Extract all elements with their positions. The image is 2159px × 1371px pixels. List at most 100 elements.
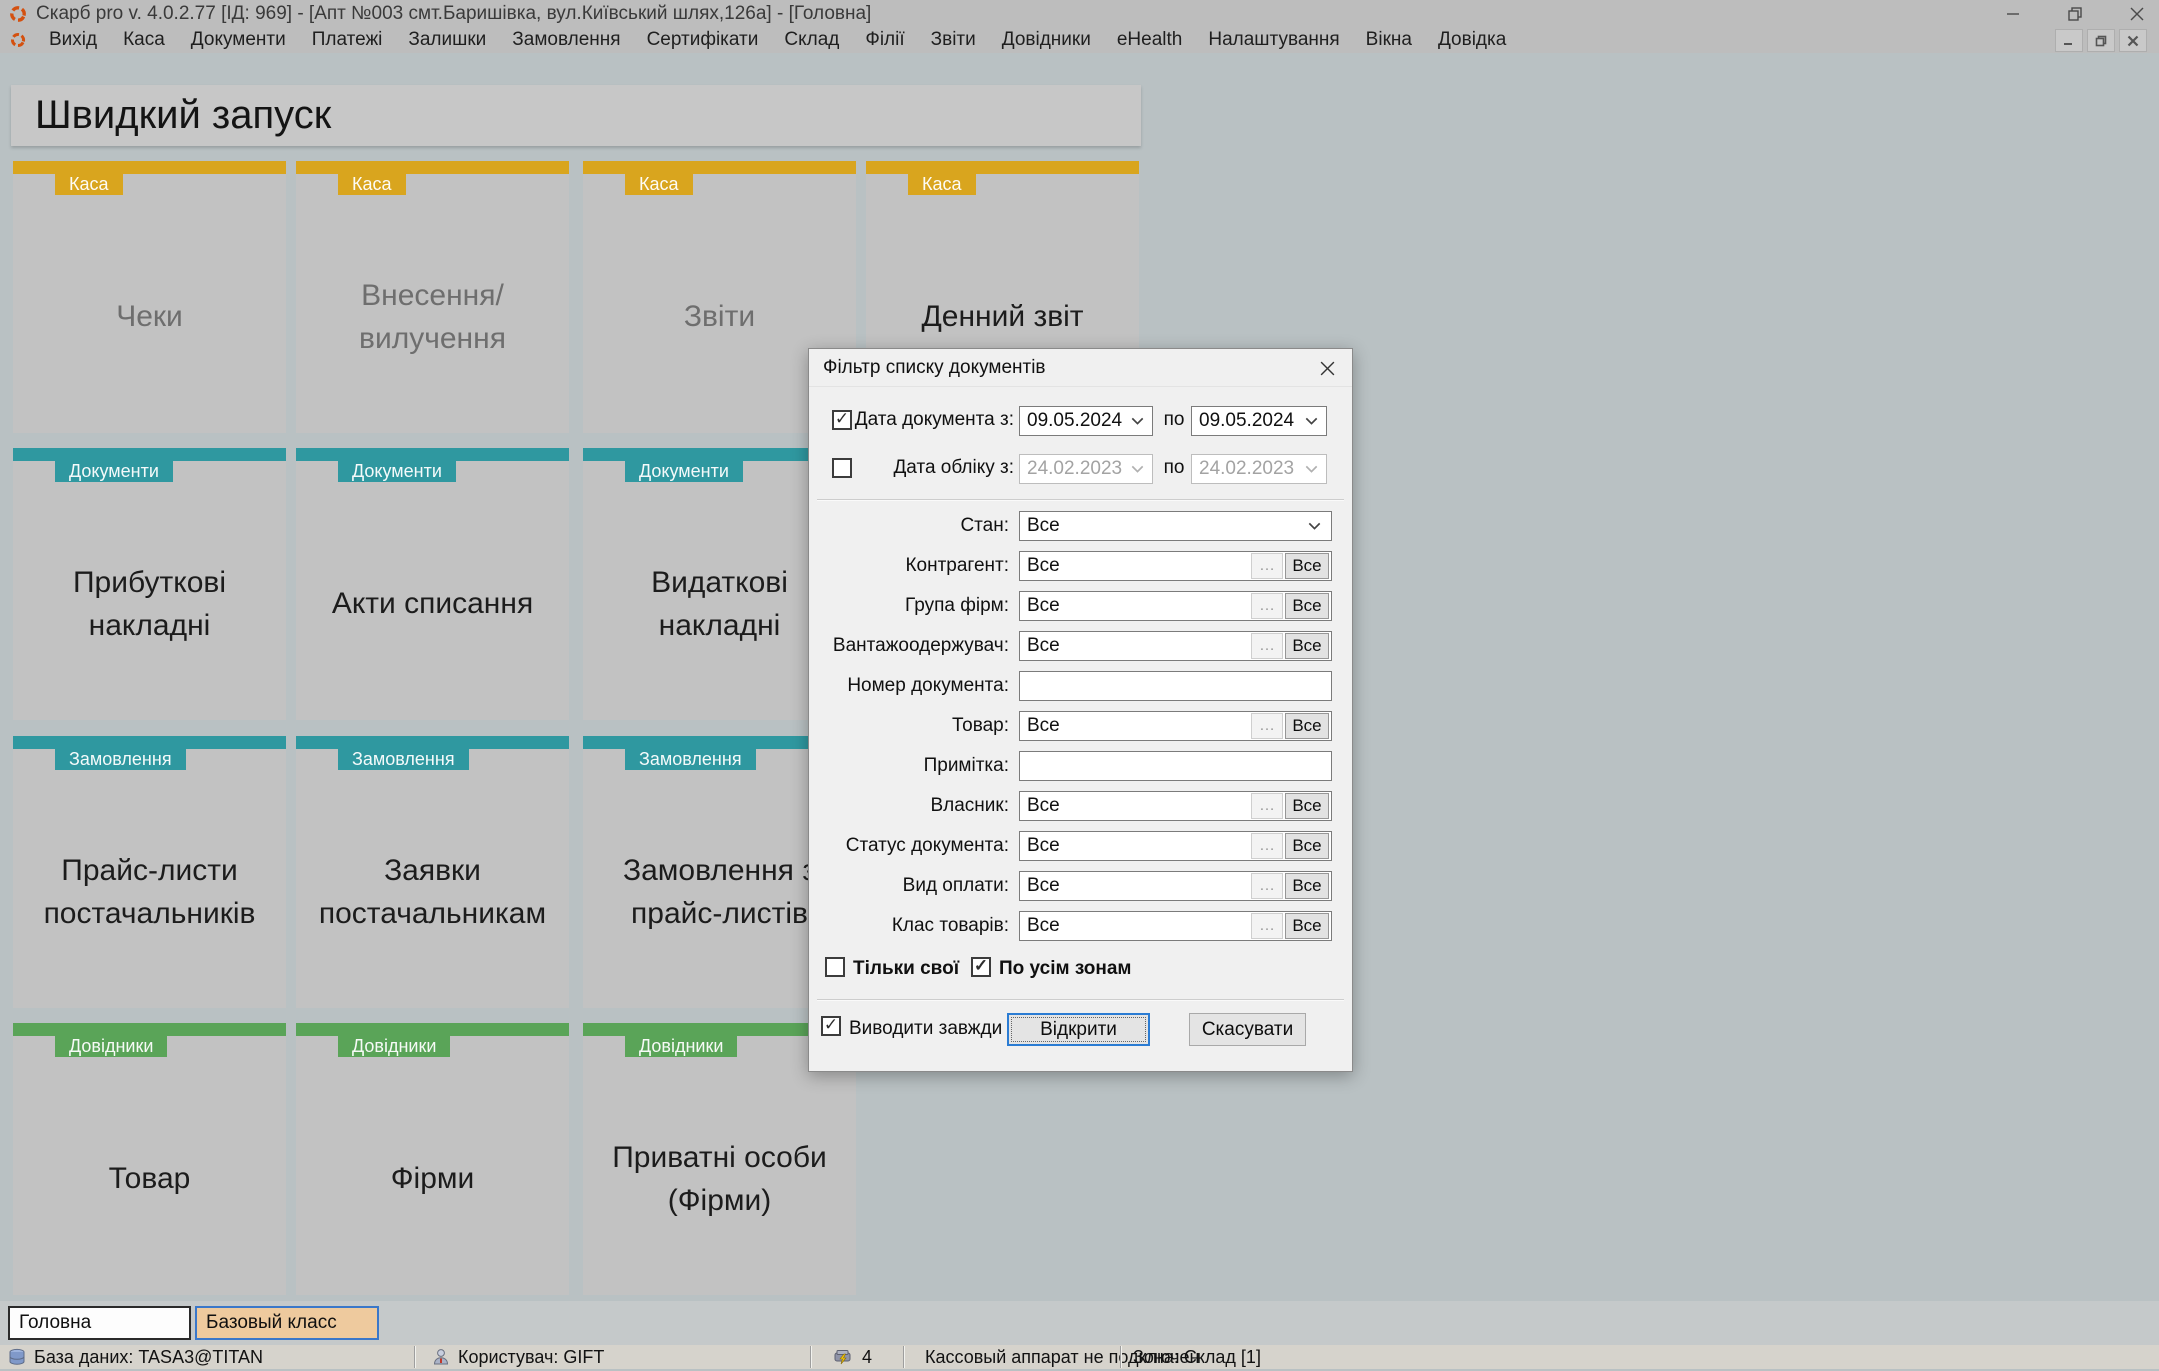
tile-color-bar (13, 448, 286, 461)
menu-item-10[interactable]: Звіти (918, 29, 989, 51)
all-button[interactable]: Все (1285, 593, 1329, 619)
menu-item-5[interactable]: Залишки (395, 29, 499, 51)
menu-item-14[interactable]: Вікна (1353, 29, 1425, 51)
tab-golovna-label: Головна (19, 1312, 92, 1333)
open-button-label: Відкрити (1040, 1018, 1117, 1040)
menu-item-3[interactable]: Документи (178, 29, 299, 51)
dialog-title: Фільтр списку документів (823, 356, 1046, 378)
mdi-restore-icon[interactable] (2087, 29, 2115, 52)
all-zones-checkbox[interactable]: ✓ (971, 956, 991, 977)
filter-field-row: Група фірм: Все… Все (809, 591, 1352, 621)
field-lookup[interactable]: Все… Все (1019, 791, 1332, 821)
database-icon (8, 1348, 26, 1371)
ellipsis-button[interactable]: … (1251, 553, 1283, 579)
close-icon[interactable] (2125, 2, 2149, 26)
ellipsis-button[interactable]: … (1251, 913, 1283, 939)
minimize-icon[interactable] (2001, 2, 2025, 26)
menu-item-13[interactable]: Налаштування (1195, 29, 1352, 51)
field-lookup[interactable]: Все… Все (1019, 631, 1332, 661)
statusbar: База даних: TASA3@TITAN Користувач: GIFT… (0, 1345, 2159, 1369)
all-button[interactable]: Все (1285, 633, 1329, 659)
field-value: Все (1027, 555, 1060, 576)
field-label: Контрагент: (905, 555, 1009, 576)
menu-item-1[interactable]: Вихід (36, 29, 110, 51)
tile-category-tab: Документи (338, 461, 456, 482)
restore-icon[interactable] (2063, 2, 2087, 26)
all-button[interactable]: Все (1285, 553, 1329, 579)
menu-item-9[interactable]: Філії (852, 29, 917, 51)
tile-color-bar (296, 161, 569, 174)
tile-label: Денний звіт (921, 300, 1084, 334)
menu-item-11[interactable]: Довідники (989, 29, 1104, 51)
tile-category-tab: Документи (625, 461, 743, 482)
ellipsis-button[interactable]: … (1251, 833, 1283, 859)
dialog-separator (817, 999, 1344, 1001)
only-own-checkbox[interactable]: ✓ (825, 957, 845, 977)
all-button[interactable]: Все (1285, 713, 1329, 739)
menu-item-12[interactable]: eHealth (1104, 29, 1196, 51)
quick-launch-tile[interactable]: Замовлення Прайс-листи постачальників (13, 736, 286, 1008)
menu-item-2[interactable]: Каса (110, 29, 178, 51)
filter-field-row: Примітка: (809, 751, 1352, 781)
field-lookup[interactable]: Все… Все (1019, 591, 1332, 621)
only-own-label: Тільки свої (853, 958, 960, 979)
statusbar-database: База даних: TASA3@TITAN (34, 1347, 264, 1367)
field-lookup[interactable]: Все… Все (1019, 871, 1332, 901)
ellipsis-button[interactable]: … (1251, 713, 1283, 739)
field-combobox[interactable]: Все (1019, 511, 1332, 541)
menu-item-4[interactable]: Платежі (299, 29, 396, 51)
all-button[interactable]: Все (1285, 913, 1329, 939)
field-textbox[interactable] (1019, 671, 1332, 701)
tile-label: Акти списання (331, 587, 534, 621)
quick-launch-tile[interactable]: Каса Чеки (13, 161, 286, 433)
dialog-close-icon[interactable] (1314, 356, 1340, 380)
date-document-to-value: 09.05.2024 (1199, 410, 1295, 431)
menu-item-15[interactable]: Довідка (1425, 29, 1519, 51)
app-logo-icon (8, 4, 28, 24)
ellipsis-button[interactable]: … (1251, 633, 1283, 659)
open-button[interactable]: Відкрити (1007, 1013, 1150, 1046)
ellipsis-button[interactable]: … (1251, 593, 1283, 619)
cancel-button-label: Скасувати (1201, 1018, 1294, 1040)
ellipsis-button[interactable]: … (1251, 793, 1283, 819)
field-value: Все (1027, 635, 1060, 656)
statusbar-divider (414, 1346, 415, 1368)
field-lookup[interactable]: Все… Все (1019, 711, 1332, 741)
show-always-checkbox[interactable]: ✓ (821, 1015, 841, 1036)
ellipsis-button[interactable]: … (1251, 873, 1283, 899)
tile-label: Внесення/вилучення (359, 278, 506, 356)
quick-launch-tile[interactable]: Довідники Фірми (296, 1023, 569, 1295)
field-lookup[interactable]: Все… Все (1019, 831, 1332, 861)
date-document-from-select[interactable]: 09.05.2024 (1019, 406, 1153, 436)
all-button[interactable]: Все (1285, 873, 1329, 899)
mdi-minimize-icon[interactable] (2055, 29, 2083, 52)
tile-label: Видаткові накладні (651, 565, 788, 643)
tab-golovna[interactable]: Головна (8, 1306, 191, 1340)
field-textbox[interactable] (1019, 751, 1332, 781)
tile-category-tab: Каса (908, 174, 976, 195)
menu-items: Вихід Каса Документи Платежі Залишки Замовлен… (36, 29, 1519, 51)
quick-launch-tile[interactable]: Каса Внесення/вилучення (296, 161, 569, 433)
dialog-fields: Стан: Все Контрагент: Все… Все Група фірм: Все… (809, 511, 1352, 951)
field-label: Вантажоодержувач: (832, 635, 1009, 656)
tile-category-tab: Документи (55, 461, 173, 482)
date-document-to-select[interactable]: 09.05.2024 (1191, 406, 1327, 436)
mdi-window-controls (2055, 29, 2147, 52)
tab-bazovyi-klass[interactable]: Базовый класс (195, 1306, 379, 1340)
mdi-close-icon[interactable] (2119, 29, 2147, 52)
quick-launch-tile[interactable]: Документи Акти списання (296, 448, 569, 720)
cancel-button[interactable]: Скасувати (1189, 1013, 1306, 1046)
field-lookup[interactable]: Все… Все (1019, 911, 1332, 941)
menu-item-7[interactable]: Сертифікати (634, 29, 772, 51)
field-lookup[interactable]: Все… Все (1019, 551, 1332, 581)
menu-item-6[interactable]: Замовлення (499, 29, 633, 51)
menu-item-8[interactable]: Склад (771, 29, 852, 51)
quick-launch-tile[interactable]: Замовлення Заявки постачальникам (296, 736, 569, 1008)
quick-launch-tile[interactable]: Довідники Товар (13, 1023, 286, 1295)
field-label: Статус документа: (845, 835, 1009, 856)
all-button[interactable]: Все (1285, 833, 1329, 859)
dialog-titlebar[interactable]: Фільтр списку документів (809, 349, 1352, 387)
quick-launch-tile[interactable]: Документи Прибуткові накладні (13, 448, 286, 720)
app-logo-icon-small (8, 30, 28, 50)
all-button[interactable]: Все (1285, 793, 1329, 819)
